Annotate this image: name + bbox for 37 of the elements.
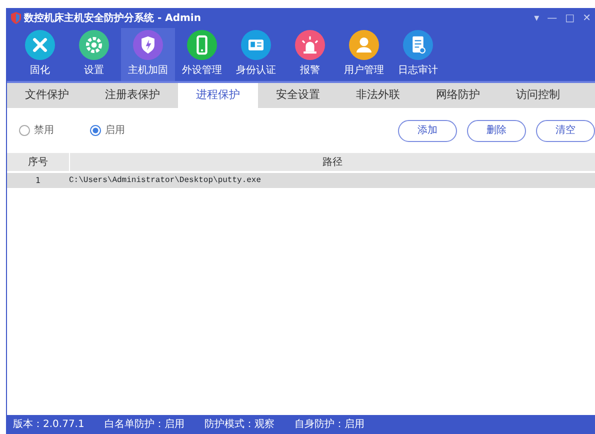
radio-label: 禁用 — [34, 124, 54, 138]
toolbar-button[interactable]: 设置 — [67, 28, 121, 81]
column-header: 序号 — [27, 156, 49, 170]
toolbar-button[interactable]: 日志审计 — [391, 28, 445, 81]
action-button[interactable]: 添加 — [398, 120, 457, 142]
toolbar-button[interactable]: 外设管理 — [175, 28, 229, 81]
tab[interactable]: 安全设置 — [258, 83, 338, 108]
tab[interactable]: 进程保护 — [178, 83, 258, 108]
toolbar-button[interactable]: 用户管理 — [337, 28, 391, 81]
table-row[interactable]: 1 C:\Users\Administrator\Desktop\putty.exe — [7, 173, 595, 188]
table-cell-text: 1 — [34, 174, 42, 186]
tab[interactable]: 注册表保护 — [87, 83, 178, 108]
shield-icon — [11, 12, 21, 24]
radio-button[interactable] — [19, 125, 30, 136]
status-text: 白名单防护：启用 — [104, 418, 184, 432]
column-header: 路径 — [322, 156, 342, 170]
toolbar-button[interactable]: 固化 — [13, 28, 67, 81]
minimize-button[interactable]: — — [547, 10, 558, 26]
status-text: 版本：2.0.77.1 — [13, 418, 84, 432]
tab[interactable]: 非法外联 — [338, 83, 418, 108]
window-title: 数控机床主机安全防护分系统 - Admin — [24, 11, 201, 26]
toolbar-button[interactable]: 身份认证 — [229, 28, 283, 81]
tab[interactable]: 访问控制 — [498, 83, 578, 108]
status-text: 防护模式：观察 — [204, 418, 274, 432]
tab[interactable]: 网络防护 — [418, 83, 498, 108]
maximize-button[interactable]: □ — [565, 10, 575, 26]
action-button[interactable]: 清空 — [536, 120, 595, 142]
action-button[interactable]: 删除 — [467, 120, 526, 142]
status-text: 自身防护：启用 — [294, 418, 364, 432]
menu-button[interactable]: ▾ — [534, 10, 540, 26]
table-cell-text: C:\Users\Administrator\Desktop\putty.exe — [69, 174, 262, 186]
close-button[interactable]: ✕ — [582, 10, 591, 26]
tab[interactable]: 文件保护 — [7, 83, 87, 108]
radio-button[interactable] — [90, 125, 101, 136]
toolbar-button[interactable]: 主机加固 — [121, 28, 175, 81]
radio-label: 启用 — [105, 124, 125, 138]
toolbar-button[interactable]: 报警 — [283, 28, 337, 81]
